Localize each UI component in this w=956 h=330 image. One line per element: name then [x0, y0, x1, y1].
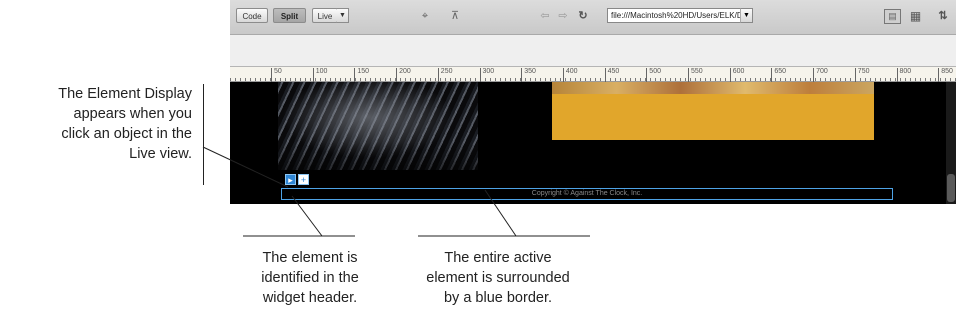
- document-toolbar: Code Split Live ▼ ⌖ ⊼ ⇦ ⇨ ↻ file:///Maci…: [230, 0, 956, 35]
- active-element-border: [281, 188, 893, 200]
- live-view-dropdown[interactable]: ▼: [337, 8, 349, 23]
- add-class-icon[interactable]: +: [298, 174, 309, 185]
- callout-line: The entire active: [444, 250, 552, 266]
- live-view-canvas[interactable]: Copyright © Against The Clock, Inc. ▸ +: [230, 82, 956, 204]
- back-icon[interactable]: ⇦: [538, 9, 552, 23]
- target-icon[interactable]: ⌖: [418, 9, 432, 23]
- address-dropdown[interactable]: ▼: [740, 8, 753, 23]
- visual-aids-icon[interactable]: ▦: [908, 9, 923, 23]
- callout-line: by a blue border.: [443, 290, 553, 306]
- ruler-label: 400: [562, 68, 578, 82]
- ruler-label: 800: [896, 68, 911, 82]
- split-view-button[interactable]: Split: [273, 8, 306, 23]
- ruler-label: 750: [854, 68, 869, 82]
- element-tag-icon[interactable]: ▸: [285, 174, 296, 185]
- ruler-label: 200: [396, 68, 411, 82]
- ruler-label: 600: [729, 68, 744, 82]
- callout-bracket: [203, 84, 204, 185]
- callout-line: The Element Display: [58, 86, 192, 102]
- element-display-widget[interactable]: ▸ +: [285, 174, 311, 186]
- code-view-button[interactable]: Code: [236, 8, 268, 23]
- ruler-label: 250: [437, 68, 452, 82]
- ruler-label: 450: [604, 68, 619, 82]
- address-field[interactable]: file:///Macintosh%20HD/Users/ELK/Deskto.…: [607, 8, 753, 23]
- ruler-label: 100: [312, 68, 327, 82]
- dreamweaver-window: Code Split Live ▼ ⌖ ⊼ ⇦ ⇨ ↻ file:///Maci…: [230, 0, 956, 204]
- horizontal-ruler: 50 100 150 200 250 300 350 400 450 500 550 600 650 70…: [230, 66, 956, 82]
- ruler-label: 550: [688, 68, 703, 82]
- inspect-icon[interactable]: ⊼: [448, 9, 462, 23]
- callout-line: Live view.: [129, 146, 192, 162]
- callout-widget-header: The element is identified in the widget …: [238, 248, 382, 308]
- ruler-label: 500: [646, 68, 661, 82]
- callout-line: widget header.: [262, 290, 358, 306]
- callout-line: element is surrounded: [426, 270, 570, 286]
- ruler-label: 150: [354, 68, 369, 82]
- page-options-icon[interactable]: ⇅: [933, 9, 953, 23]
- ruler-label: 300: [479, 68, 494, 82]
- document-tab-area: [230, 35, 956, 66]
- live-view-button[interactable]: Live: [312, 8, 338, 23]
- callout-blue-border: The entire active element is surrounded …: [410, 248, 586, 308]
- callout-line: The element is: [262, 250, 358, 266]
- ruler-label: 350: [521, 68, 536, 82]
- forward-icon[interactable]: ⇨: [556, 9, 570, 23]
- refresh-icon[interactable]: ↻: [576, 9, 590, 23]
- callout-line: click an object in the: [61, 126, 192, 142]
- scrollbar-thumb[interactable]: [947, 174, 955, 202]
- multiscreen-icon[interactable]: ▤: [884, 9, 901, 24]
- ruler-label: 850: [938, 68, 953, 82]
- yellow-block-image: [552, 82, 874, 94]
- ruler-label: 50: [271, 68, 282, 82]
- callout-line: identified in the: [261, 270, 359, 286]
- callout-line: appears when you: [73, 106, 193, 122]
- ruler-label: 700: [813, 68, 828, 82]
- ruler-label: [230, 68, 232, 82]
- callout-element-display: The Element Display appears when you cli…: [0, 84, 192, 164]
- ruler-label: 650: [771, 68, 786, 82]
- photo-fade: [230, 142, 956, 192]
